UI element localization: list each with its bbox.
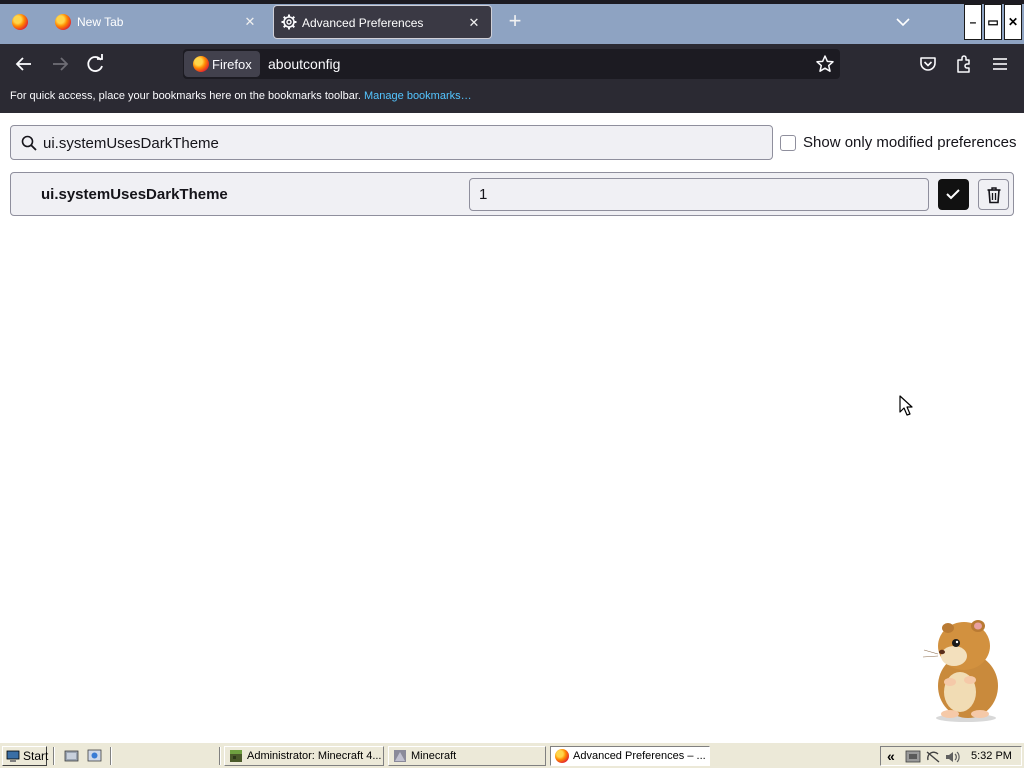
tab-strip: New Tab ✕ Advanced Preferences ✕ + – ▭ ✕ [0,0,1024,44]
preference-value-input[interactable]: 1 [469,178,929,211]
minimize-button[interactable]: – [964,4,982,40]
taskbar-item-label: Administrator: Minecraft 4... [247,750,382,762]
url-bar[interactable]: Firefox aboutconfig [183,49,840,79]
taskbar-item-firefox[interactable]: Advanced Preferences – ... [550,746,710,766]
search-icon [21,135,37,151]
show-modified-checkbox[interactable] [780,135,796,151]
tab-new-tab[interactable]: New Tab ✕ [45,5,267,39]
start-label: Start [23,749,49,763]
show-modified-label: Show only modified preferences [803,134,1017,151]
url-text[interactable]: aboutconfig [268,56,340,72]
menu-icon[interactable] [990,54,1010,74]
taskbar-item-minecraft[interactable]: Minecraft [388,746,546,766]
search-input[interactable] [43,132,743,154]
extensions-icon[interactable] [954,54,974,74]
window-top-border [0,0,1024,4]
bookmark-star-icon[interactable] [815,54,835,74]
delete-button[interactable] [978,179,1009,210]
firefox-icon [12,14,28,30]
firefox-icon [193,56,209,72]
pocket-icon[interactable] [918,54,938,74]
hamster-mascot-image [922,620,998,722]
save-button[interactable] [938,179,969,210]
start-button[interactable]: Start [2,746,49,766]
restore-button[interactable]: ▭ [984,4,1002,40]
tab-title: Advanced Preferences [302,16,424,30]
quick-launch-explorer-icon[interactable] [87,749,103,763]
preference-search-box[interactable] [10,125,773,160]
preference-name: ui.systemUsesDarkTheme [41,186,228,203]
identity-box[interactable]: Firefox [184,51,260,77]
taskbar-item-minecraft-console[interactable]: Administrator: Minecraft 4... [224,746,384,766]
manage-bookmarks-link[interactable]: Manage bookmarks… [364,90,472,102]
disconnected-network-icon[interactable] [925,750,941,764]
pinned-tab[interactable] [0,4,42,44]
firefox-icon [55,14,71,30]
mouse-cursor-icon [899,395,913,416]
taskbar-separator [53,747,55,765]
reload-icon[interactable] [83,52,109,76]
list-all-tabs-icon[interactable] [892,12,914,32]
firefox-icon [555,749,569,763]
checkmark-icon [946,189,960,200]
taskbar-separator [110,747,112,765]
trash-icon [987,187,1001,204]
tab-title: New Tab [77,15,124,29]
gear-icon [281,14,297,30]
preference-row: ui.systemUsesDarkTheme 1 [10,172,1014,216]
minecraft-block-icon [230,750,242,762]
close-tab-icon[interactable]: ✕ [241,13,259,31]
system-tray: « 5:32 PM [880,746,1022,766]
volume-icon[interactable] [945,750,961,764]
navigation-toolbar: Firefox aboutconfig [0,44,1024,84]
back-icon[interactable] [11,52,37,76]
network-icon[interactable] [905,750,921,764]
taskbar-separator [219,747,221,765]
taskbar-item-label: Advanced Preferences – ... [573,750,706,762]
tray-expand-icon[interactable]: « [887,748,895,764]
minecraft-app-icon [394,750,406,762]
new-tab-button[interactable]: + [503,10,527,34]
forward-icon[interactable] [47,52,73,76]
show-desktop-icon[interactable] [64,749,80,763]
identity-label: Firefox [212,57,252,72]
bookmarks-toolbar: For quick access, place your bookmarks h… [0,84,1024,113]
start-computer-icon [6,750,20,762]
tab-advanced-preferences[interactable]: Advanced Preferences ✕ [273,5,492,39]
close-window-button[interactable]: ✕ [1004,4,1022,40]
taskbar: Start Administrator: Minecraft 4... Mine… [0,742,1024,768]
close-tab-icon[interactable]: ✕ [465,14,483,32]
bookmarks-empty-message: For quick access, place your bookmarks h… [10,90,361,102]
clock[interactable]: 5:32 PM [971,750,1012,762]
taskbar-item-label: Minecraft [411,750,457,762]
